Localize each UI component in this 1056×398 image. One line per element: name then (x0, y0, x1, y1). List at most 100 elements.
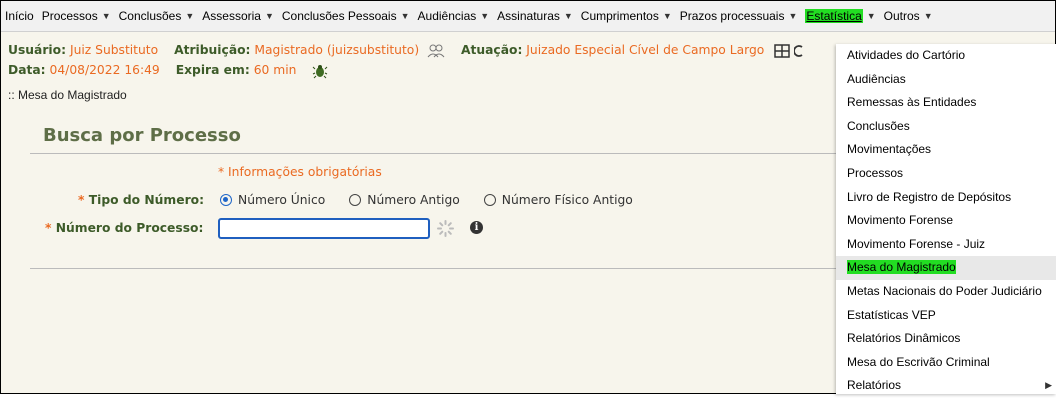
caret-down-icon: ▼ (788, 11, 798, 21)
radio-label: Número Antigo (367, 193, 460, 207)
dropdown-item-2[interactable]: Remessas às Entidades (836, 91, 1056, 115)
required-note: * Informações obrigatórias (218, 165, 382, 179)
usuario-value: Juiz Substituto (69, 43, 159, 57)
atribuicao-value: Magistrado (juizsubstituto) (254, 43, 420, 57)
menu-item-10[interactable]: Outros ▼ (880, 6, 937, 26)
dropdown-item-3[interactable]: Conclusões (836, 115, 1056, 139)
session-info: Usuário: Juiz Substituto Atribuição: Mag… (8, 40, 804, 80)
dropdown-item-label: Processos (847, 165, 904, 180)
grid-icon[interactable] (774, 43, 794, 58)
radio-button[interactable] (483, 194, 496, 206)
caret-down-icon: ▼ (101, 11, 111, 21)
tipo-numero-text: Tipo do Número: (88, 193, 205, 207)
tipo-numero-label: * Tipo do Número: (78, 193, 204, 207)
menu-item-label: Outros (883, 9, 920, 23)
caret-down-icon: ▼ (662, 11, 672, 21)
dropdown-item-label: Movimentações (847, 142, 932, 157)
dropdown-item-label: Relatórios Dinâmicos (847, 331, 961, 346)
dropdown-item-13[interactable]: Mesa do Escrivão Criminal (836, 351, 1056, 375)
atuacao-value: Juizado Especial Cível de Campo Largo (526, 43, 765, 57)
atuacao-label: Atuação: (460, 43, 523, 57)
divider-top (30, 153, 836, 154)
menu-item-0[interactable]: Início (1, 6, 38, 26)
usuario-label: Usuário: (8, 43, 67, 57)
caret-down-icon: ▼ (185, 11, 195, 21)
dropdown-item-label: Atividades do Cartório (847, 48, 966, 62)
dropdown-item-label: Conclusões (847, 118, 910, 133)
menu-item-label: Assessoria (202, 9, 261, 23)
caret-down-icon: ▼ (563, 11, 573, 21)
divider-bottom (30, 268, 836, 269)
radio-label: Número Físico Antigo (501, 193, 633, 207)
atribuicao-label: Atribuição: (174, 43, 251, 57)
dropdown-item-label: Estatísticas VEP (847, 307, 936, 322)
dropdown-item-label: Audiências (847, 71, 906, 86)
data-label: Data: (8, 63, 46, 77)
menu-item-2[interactable]: Conclusões ▼ (115, 6, 199, 26)
tipo-numero-option-2[interactable]: Número Físico Antigo (483, 193, 633, 207)
refresh-icon[interactable] (794, 43, 804, 57)
caret-down-icon: ▼ (400, 11, 410, 21)
menu-item-label: Assinaturas (497, 9, 560, 23)
numero-processo-text: Número do Processo: (55, 221, 204, 235)
expira-label: Expira em: (175, 63, 250, 77)
dropdown-item-5[interactable]: Processos (836, 162, 1056, 186)
info-icon[interactable]: i (470, 221, 483, 234)
dropdown-item-label: Metas Nacionais do Poder Judiciário (847, 283, 1042, 298)
dropdown-item-0[interactable]: Atividades do Cartório (836, 44, 1056, 68)
dropdown-item-label: Movimento Forense - Juiz (847, 236, 986, 251)
caret-down-icon: ▼ (866, 11, 876, 21)
dropdown-item-label: Livro de Registro de Depósitos (847, 189, 1012, 204)
dropdown-item-8[interactable]: Movimento Forense - Juiz (836, 233, 1056, 257)
dropdown-item-label: Movimento Forense (847, 213, 954, 228)
menu-item-label: Prazos processuais (679, 9, 785, 23)
numero-processo-input[interactable] (218, 218, 430, 239)
menu-item-label: Cumprimentos (580, 9, 659, 23)
dropdown-item-7[interactable]: Movimento Forense (836, 209, 1056, 233)
dropdown-item-10[interactable]: Metas Nacionais do Poder Judiciário (836, 280, 1056, 304)
dropdown-item-label: Mesa do Escrivão Criminal (847, 354, 990, 369)
caret-down-icon: ▼ (923, 11, 933, 21)
menu-item-9[interactable]: Estatística ▼ (801, 6, 879, 26)
caret-down-icon: ▼ (480, 11, 490, 21)
estatistica-dropdown-menu: Atividades do Cartório Audiências Remessas… (836, 44, 1056, 394)
bug-icon[interactable] (312, 63, 328, 78)
menu-item-8[interactable]: Prazos processuais ▼ (676, 6, 802, 26)
dropdown-item-4[interactable]: Movimentações (836, 138, 1056, 162)
radio-button[interactable] (220, 194, 232, 206)
menu-item-label: Estatística (805, 9, 863, 23)
menu-item-6[interactable]: Assinaturas ▼ (493, 6, 577, 26)
tipo-numero-radio-group: Número Único Número Antigo Número Físico A… (220, 193, 657, 207)
menu-item-3[interactable]: Assessoria ▼ (198, 6, 278, 26)
dropdown-item-6[interactable]: Livro de Registro de Depósitos (836, 186, 1056, 210)
dropdown-item-11[interactable]: Estatísticas VEP (836, 304, 1056, 328)
data-value: 04/08/2022 16:49 (49, 63, 160, 77)
caret-down-icon: ▼ (264, 11, 274, 21)
menu-item-7[interactable]: Cumprimentos ▼ (577, 6, 676, 26)
menu-item-label: Início (5, 9, 34, 23)
tipo-numero-option-1[interactable]: Número Antigo (349, 193, 460, 207)
menu-item-label: Conclusões Pessoais (281, 9, 397, 23)
dropdown-item-label: Mesa do Magistrado (847, 260, 956, 275)
dropdown-item-1[interactable]: Audiências (836, 68, 1056, 92)
change-role-icon[interactable] (427, 43, 449, 57)
dropdown-item-label: Remessas às Entidades (847, 95, 977, 110)
menu-item-1[interactable]: Processos ▼ (38, 6, 115, 26)
dropdown-item-9[interactable]: Mesa do Magistrado (836, 256, 1056, 280)
dropdown-item-14[interactable]: Relatórios ▶ (836, 374, 1056, 398)
menu-item-label: Conclusões (118, 9, 182, 23)
main-menubar: Início Processos ▼ Conclusões ▼ Assessoria ▼ Co… (1, 1, 1055, 32)
numero-processo-label: * Número do Processo: (45, 221, 203, 235)
required-star: * (78, 193, 85, 207)
required-star: * (45, 221, 52, 235)
menu-item-label: Audiências (417, 9, 477, 23)
breadcrumb: :: Mesa do Magistrado (8, 88, 127, 102)
loading-spinner-icon (437, 220, 454, 237)
submenu-arrow-icon: ▶ (1045, 380, 1052, 391)
radio-button[interactable] (349, 194, 362, 206)
dropdown-item-12[interactable]: Relatórios Dinâmicos (836, 327, 1056, 351)
page-title: Busca por Processo (43, 125, 241, 146)
menu-item-5[interactable]: Audiências ▼ (414, 6, 494, 26)
menu-item-4[interactable]: Conclusões Pessoais ▼ (278, 6, 414, 26)
tipo-numero-option-0[interactable]: Número Único (220, 193, 325, 207)
